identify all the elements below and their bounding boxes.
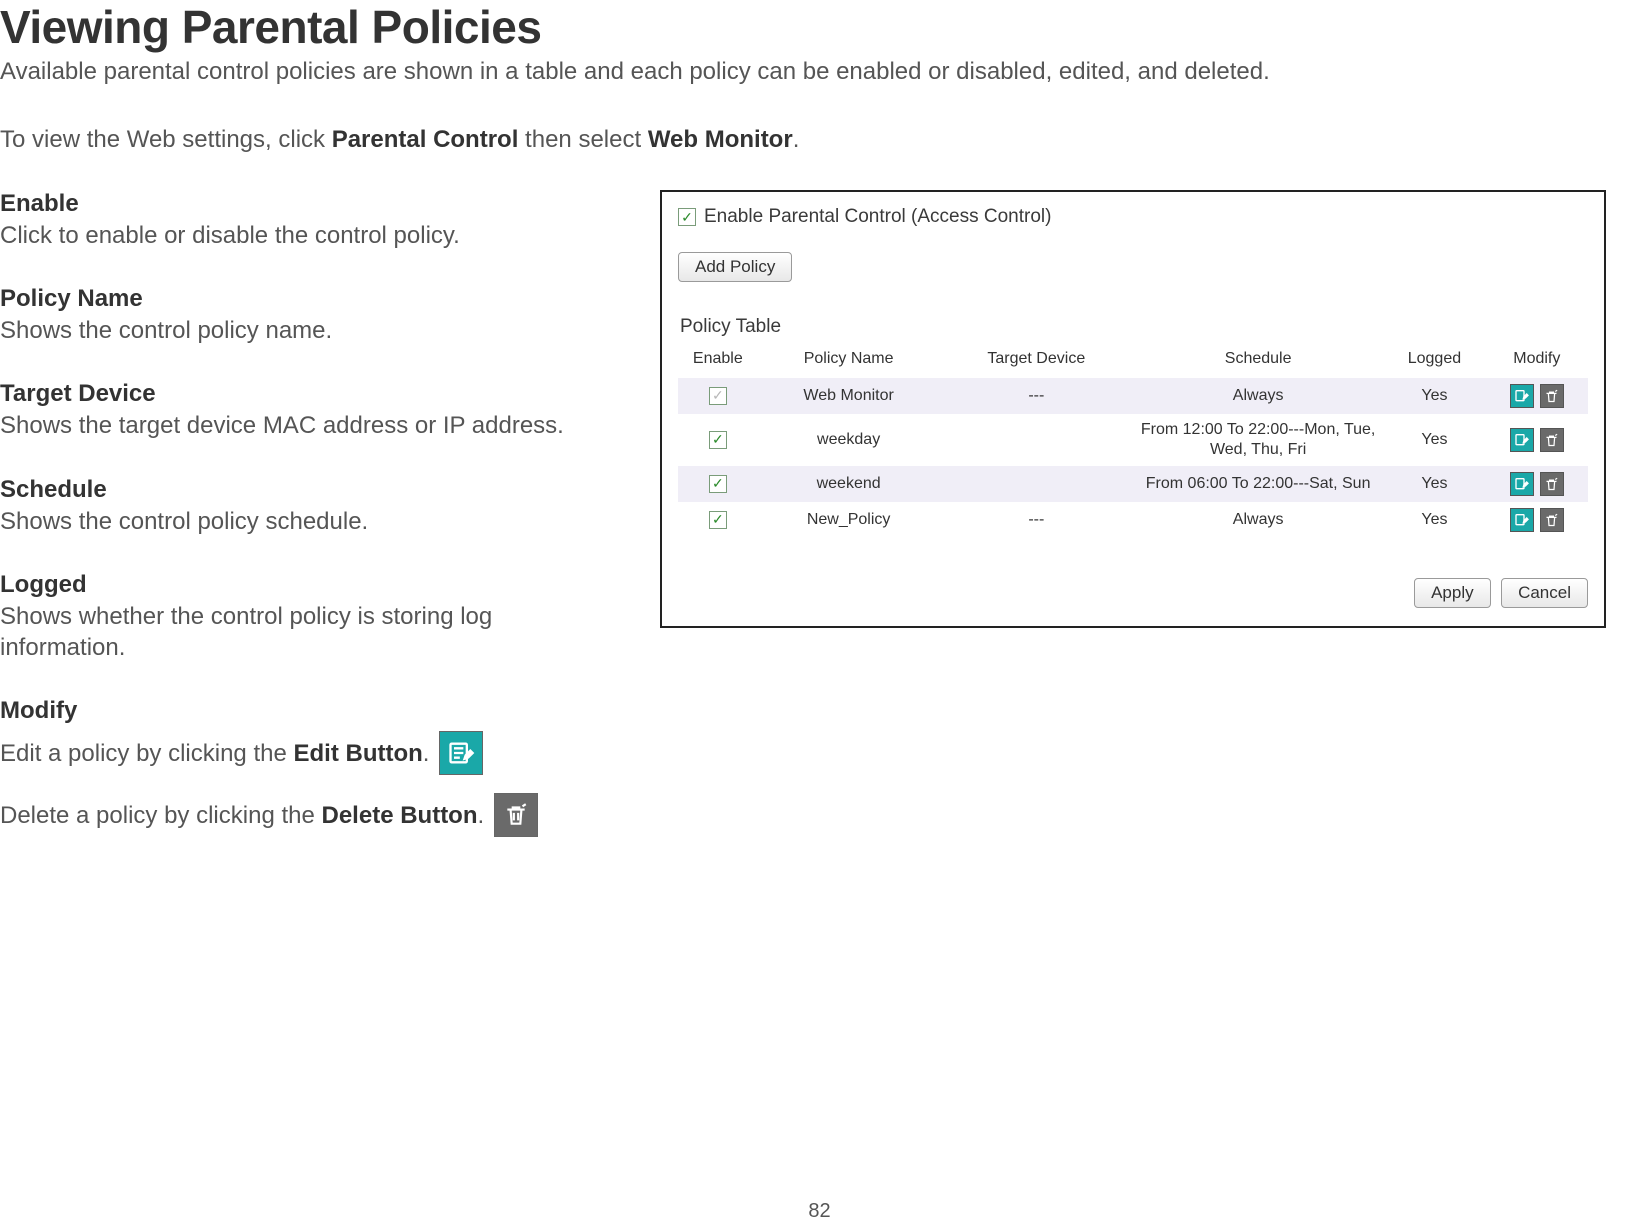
definition-target-device-desc: Shows the target device MAC address or I… xyxy=(0,410,620,441)
th-modify: Modify xyxy=(1486,344,1588,378)
table-header-row: Enable Policy Name Target Device Schedul… xyxy=(678,344,1588,378)
definition-policy-name-term: Policy Name xyxy=(0,285,620,313)
trash-icon[interactable] xyxy=(1540,508,1564,532)
modify-delete-post: . xyxy=(478,802,485,829)
definition-enable: Enable Click to enable or disable the co… xyxy=(0,190,620,251)
row-policy-name: Web Monitor xyxy=(758,378,940,414)
sub-intro-bold-web-monitor: Web Monitor xyxy=(648,126,793,153)
row-target-device xyxy=(940,466,1133,502)
trash-icon xyxy=(494,793,538,837)
definition-target-device: Target Device Shows the target device MA… xyxy=(0,380,620,441)
row-logged: Yes xyxy=(1383,502,1485,538)
row-enable-checkbox[interactable]: ✓ xyxy=(709,387,727,405)
row-enable-checkbox[interactable]: ✓ xyxy=(709,431,727,449)
checkbox-icon[interactable]: ✓ xyxy=(678,208,696,226)
modify-edit-post: . xyxy=(423,740,430,767)
edit-icon[interactable] xyxy=(1510,472,1534,496)
trash-icon[interactable] xyxy=(1540,384,1564,408)
table-row: ✓ weekday From 12:00 To 22:00---Mon, Tue… xyxy=(678,414,1588,466)
edit-icon[interactable] xyxy=(1510,384,1534,408)
definition-schedule-term: Schedule xyxy=(0,476,620,504)
sub-intro-post: . xyxy=(793,126,800,153)
definition-schedule: Schedule Shows the control policy schedu… xyxy=(0,476,620,537)
definition-logged-desc: Shows whether the control policy is stor… xyxy=(0,601,620,663)
apply-button[interactable]: Apply xyxy=(1414,578,1491,608)
page-title: Viewing Parental Policies xyxy=(0,0,1639,54)
th-enable: Enable xyxy=(678,344,758,378)
modify-edit-pre: Edit a policy by clicking the xyxy=(0,740,293,767)
page-number: 82 xyxy=(808,1200,830,1223)
definition-schedule-desc: Shows the control policy schedule. xyxy=(0,506,620,537)
definition-policy-name-desc: Shows the control policy name. xyxy=(0,315,620,346)
modify-delete-pre: Delete a policy by clicking the xyxy=(0,802,322,829)
table-row: ✓ Web Monitor --- Always Yes xyxy=(678,378,1588,414)
table-row: ✓ weekend From 06:00 To 22:00---Sat, Sun… xyxy=(678,466,1588,502)
row-policy-name: New_Policy xyxy=(758,502,940,538)
cancel-button[interactable]: Cancel xyxy=(1501,578,1588,608)
definition-modify: Modify Edit a policy by clicking the Edi… xyxy=(0,697,620,837)
sub-intro-pre: To view the Web settings, click xyxy=(0,126,332,153)
enable-parental-control-row[interactable]: ✓ Enable Parental Control (Access Contro… xyxy=(678,206,1588,228)
add-policy-button[interactable]: Add Policy xyxy=(678,252,792,282)
row-target-device: --- xyxy=(940,378,1133,414)
row-schedule: Always xyxy=(1133,502,1383,538)
enable-parental-control-label: Enable Parental Control (Access Control) xyxy=(704,206,1051,228)
th-logged: Logged xyxy=(1383,344,1485,378)
definition-modify-delete: Delete a policy by clicking the Delete B… xyxy=(0,800,484,831)
row-policy-name: weekend xyxy=(758,466,940,502)
policy-table-title: Policy Table xyxy=(680,316,1588,338)
definition-logged-term: Logged xyxy=(0,571,620,599)
sub-intro-bold-parental-control: Parental Control xyxy=(332,126,519,153)
trash-icon[interactable] xyxy=(1540,472,1564,496)
edit-icon[interactable] xyxy=(1510,428,1534,452)
th-policy-name: Policy Name xyxy=(758,344,940,378)
page-sub-intro: To view the Web settings, click Parental… xyxy=(0,126,1639,154)
definition-logged: Logged Shows whether the control policy … xyxy=(0,571,620,663)
definition-modify-term: Modify xyxy=(0,697,620,725)
page-intro: Available parental control policies are … xyxy=(0,58,1639,86)
definition-target-device-term: Target Device xyxy=(0,380,620,408)
row-logged: Yes xyxy=(1383,378,1485,414)
modify-edit-bold: Edit Button xyxy=(293,740,422,767)
row-target-device xyxy=(940,414,1133,466)
definition-modify-edit: Edit a policy by clicking the Edit Butto… xyxy=(0,738,429,769)
screenshot-panel: ✓ Enable Parental Control (Access Contro… xyxy=(660,190,1606,628)
edit-icon[interactable] xyxy=(1510,508,1534,532)
th-schedule: Schedule xyxy=(1133,344,1383,378)
definitions-column: Enable Click to enable or disable the co… xyxy=(0,190,620,871)
policy-table: Enable Policy Name Target Device Schedul… xyxy=(678,344,1588,538)
definition-policy-name: Policy Name Shows the control policy nam… xyxy=(0,285,620,346)
row-target-device: --- xyxy=(940,502,1133,538)
row-logged: Yes xyxy=(1383,414,1485,466)
row-enable-checkbox[interactable]: ✓ xyxy=(709,511,727,529)
row-schedule: From 12:00 To 22:00---Mon, Tue, Wed, Thu… xyxy=(1133,414,1383,466)
sub-intro-mid: then select xyxy=(518,126,647,153)
definition-enable-desc: Click to enable or disable the control p… xyxy=(0,220,620,251)
row-policy-name: weekday xyxy=(758,414,940,466)
row-schedule: From 06:00 To 22:00---Sat, Sun xyxy=(1133,466,1383,502)
modify-delete-bold: Delete Button xyxy=(322,802,478,829)
definition-enable-term: Enable xyxy=(0,190,620,218)
th-target-device: Target Device xyxy=(940,344,1133,378)
table-row: ✓ New_Policy --- Always Yes xyxy=(678,502,1588,538)
row-schedule: Always xyxy=(1133,378,1383,414)
row-enable-checkbox[interactable]: ✓ xyxy=(709,475,727,493)
edit-icon xyxy=(439,731,483,775)
trash-icon[interactable] xyxy=(1540,428,1564,452)
row-logged: Yes xyxy=(1383,466,1485,502)
